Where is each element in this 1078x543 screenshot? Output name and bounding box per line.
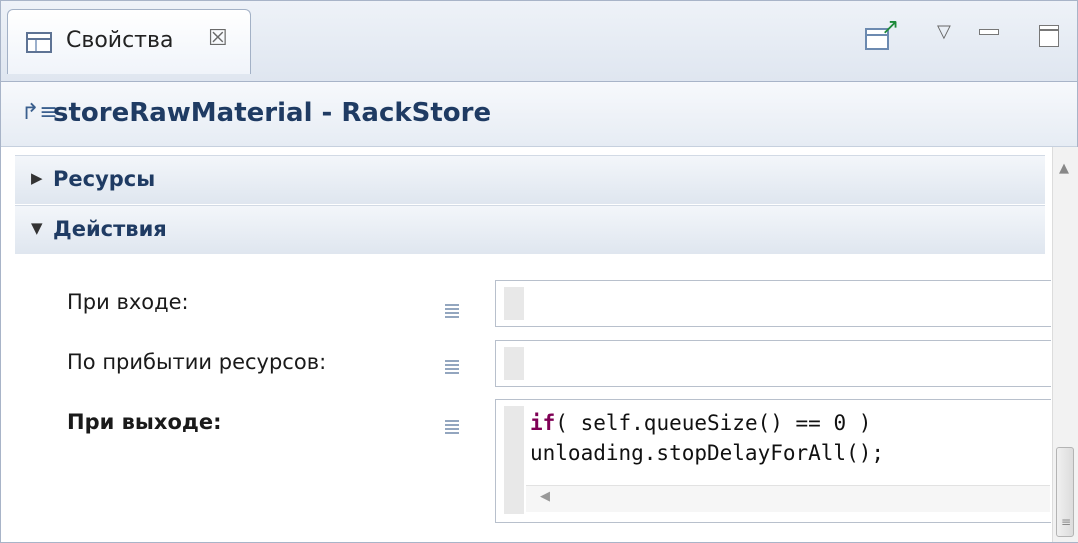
on-enter-label: При входе: — [67, 290, 189, 314]
page-title: storeRawMaterial - RackStore — [53, 98, 492, 128]
grip-icon: ≡ — [1061, 515, 1072, 529]
code-line-1: ( self.queueSize() == 0 ) — [555, 411, 872, 435]
on-resources-arrival-label: По прибытии ресурсов: — [67, 350, 327, 374]
properties-content: ▶ Ресурсы ▼ Действия При входе: По прибы… — [1, 147, 1051, 542]
tab-label: Свойства — [66, 28, 174, 53]
maximize-icon[interactable] — [1039, 25, 1059, 47]
view-tab-bar: Свойства ☒ ↗ ▽ — [1, 1, 1077, 82]
field-gutter — [504, 287, 524, 320]
vertical-scrollbar[interactable]: ▲ ≡ — [1052, 147, 1078, 542]
section-title: Ресурсы — [53, 167, 156, 191]
code-horizontal-scrollbar[interactable]: ◀ — [526, 485, 1050, 512]
field-gutter — [504, 347, 524, 380]
section-resources[interactable]: ▶ Ресурсы — [15, 155, 1045, 204]
collapse-arrow-icon: ▼ — [31, 219, 43, 237]
on-resources-arrival-field[interactable] — [495, 340, 1051, 387]
code-editor-icon[interactable] — [445, 360, 459, 376]
properties-table-icon — [26, 32, 52, 53]
code-editor-icon[interactable] — [445, 420, 459, 436]
close-icon[interactable]: ☒ — [208, 26, 228, 51]
code-editor-icon[interactable] — [445, 304, 459, 320]
section-title: Действия — [53, 217, 167, 241]
scroll-up-icon[interactable]: ▲ — [1059, 161, 1069, 176]
code-keyword: if — [530, 411, 556, 435]
field-gutter — [504, 406, 524, 514]
tab-properties[interactable]: Свойства ☒ — [7, 9, 251, 74]
view-menu-icon[interactable]: ▽ — [937, 21, 951, 42]
on-exit-code-editor[interactable]: if( self.queueSize() == 0 ) unloading.st… — [495, 399, 1051, 523]
scrollbar-thumb[interactable]: ≡ — [1056, 447, 1074, 537]
code-line-2: unloading.stopDelayForAll(); — [530, 441, 885, 465]
expand-arrow-icon: ▶ — [31, 169, 43, 187]
properties-view: Свойства ☒ ↗ ▽ ↱≡ storeRawMaterial - Rac… — [0, 0, 1078, 543]
pin-arrow-icon: ↗ — [881, 15, 900, 40]
section-actions[interactable]: ▼ Действия — [15, 205, 1045, 254]
properties-title-bar: ↱≡ storeRawMaterial - RackStore — [1, 82, 1077, 147]
code-text: if( self.queueSize() == 0 ) unloading.st… — [530, 408, 884, 468]
minimize-icon[interactable] — [979, 29, 999, 35]
scroll-left-icon[interactable]: ◀ — [540, 489, 550, 504]
on-enter-field[interactable] — [495, 280, 1051, 327]
on-exit-label: При выходе: — [67, 410, 222, 434]
